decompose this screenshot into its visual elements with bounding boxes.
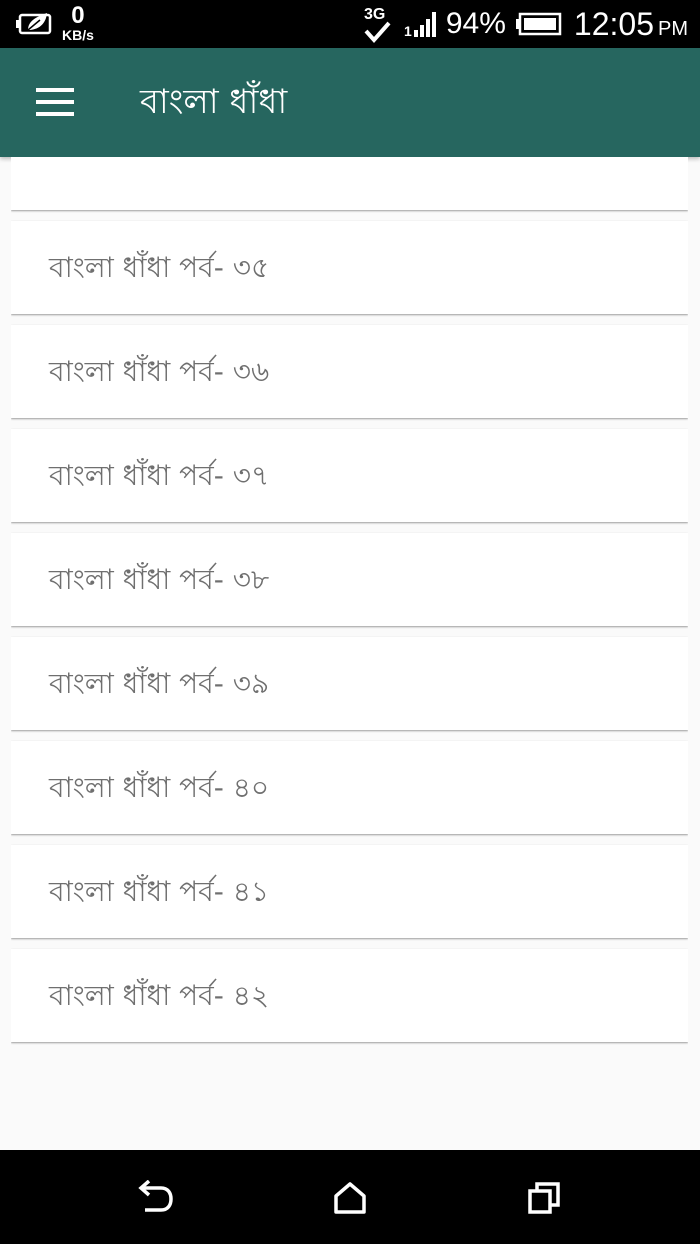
list-item-label: বাংলা ধাঁধা পর্ব- ৪২: [49, 979, 270, 1012]
list-item-label: বাংলা ধাঁধা পর্ব- ৩৫: [49, 251, 270, 284]
list-item[interactable]: বাংলা ধাঁধা পর্ব- ৩৫: [11, 221, 688, 314]
list-item[interactable]: বাংলা ধাঁধা পর্ব- ৩৬: [11, 325, 688, 418]
clock-time: 12:05: [573, 5, 654, 42]
app-bar: বাংলা ধাঁধা: [0, 48, 700, 157]
data-speed: 0 KB/s: [62, 2, 94, 43]
list-item[interactable]: [11, 157, 688, 210]
list-item-label: বাংলা ধাঁধা পর্ব- ৩৮: [49, 563, 270, 596]
sim-slot-text: 1: [404, 23, 412, 38]
list-item-label: বাংলা ধাঁধা পর্ব- ৩৯: [49, 667, 270, 700]
recents-button[interactable]: [516, 1170, 572, 1226]
episode-list[interactable]: বাংলা ধাঁধা পর্ব- ৩৫ বাংলা ধাঁধা পর্ব- ৩…: [11, 157, 688, 1150]
status-right: 3G 1 94% 12:05 PM: [362, 0, 688, 48]
data-speed-unit: KB/s: [62, 27, 94, 43]
home-button[interactable]: [322, 1170, 378, 1226]
list-item-label: বাংলা ধাঁধা পর্ব- ৪০: [49, 771, 270, 804]
list-item[interactable]: বাংলা ধাঁধা পর্ব- ৩৭: [11, 429, 688, 522]
list-item[interactable]: বাংলা ধাঁধা পর্ব- ৪০: [11, 741, 688, 834]
status-bar: 0 KB/s 3G 1 94% 12:05 PM: [0, 0, 700, 48]
list-item[interactable]: বাংলা ধাঁধা পর্ব- ৩৮: [11, 533, 688, 626]
hamburger-menu-icon: [36, 88, 74, 116]
data-speed-value: 0: [71, 2, 85, 29]
leaf-battery-icon: [16, 13, 52, 35]
clock-ampm: PM: [658, 17, 688, 40]
app-title: বাংলা ধাঁধা: [140, 82, 288, 122]
signal-strength-icon: 1: [404, 12, 436, 38]
network-type-text: 3G: [364, 6, 385, 23]
back-arrow-icon: [138, 1180, 173, 1212]
battery-percent: 94%: [445, 7, 506, 40]
navigation-bar: [0, 1150, 700, 1244]
status-left: 0 KB/s: [16, 4, 94, 42]
list-item-label: বাংলা ধাঁধা পর্ব- ৩৬: [49, 355, 270, 388]
back-button[interactable]: [127, 1170, 183, 1226]
clock: 12:05 PM: [574, 6, 688, 43]
network-3g-icon: 3G: [364, 6, 391, 44]
list-item[interactable]: বাংলা ধাঁধা পর্ব- ৪১: [11, 845, 688, 938]
list-item[interactable]: বাংলা ধাঁধা পর্ব- ৩৯: [11, 637, 688, 730]
list-item-label: বাংলা ধাঁধা পর্ব- ৪১: [49, 875, 270, 908]
list-item[interactable]: বাংলা ধাঁধা পর্ব- ৪২: [11, 949, 688, 1042]
recent-apps-icon: [528, 1182, 560, 1214]
home-icon: [334, 1182, 366, 1214]
list-item-label: বাংলা ধাঁধা পর্ব- ৩৭: [49, 459, 270, 492]
menu-button[interactable]: [20, 70, 90, 134]
battery-icon: [515, 12, 562, 36]
